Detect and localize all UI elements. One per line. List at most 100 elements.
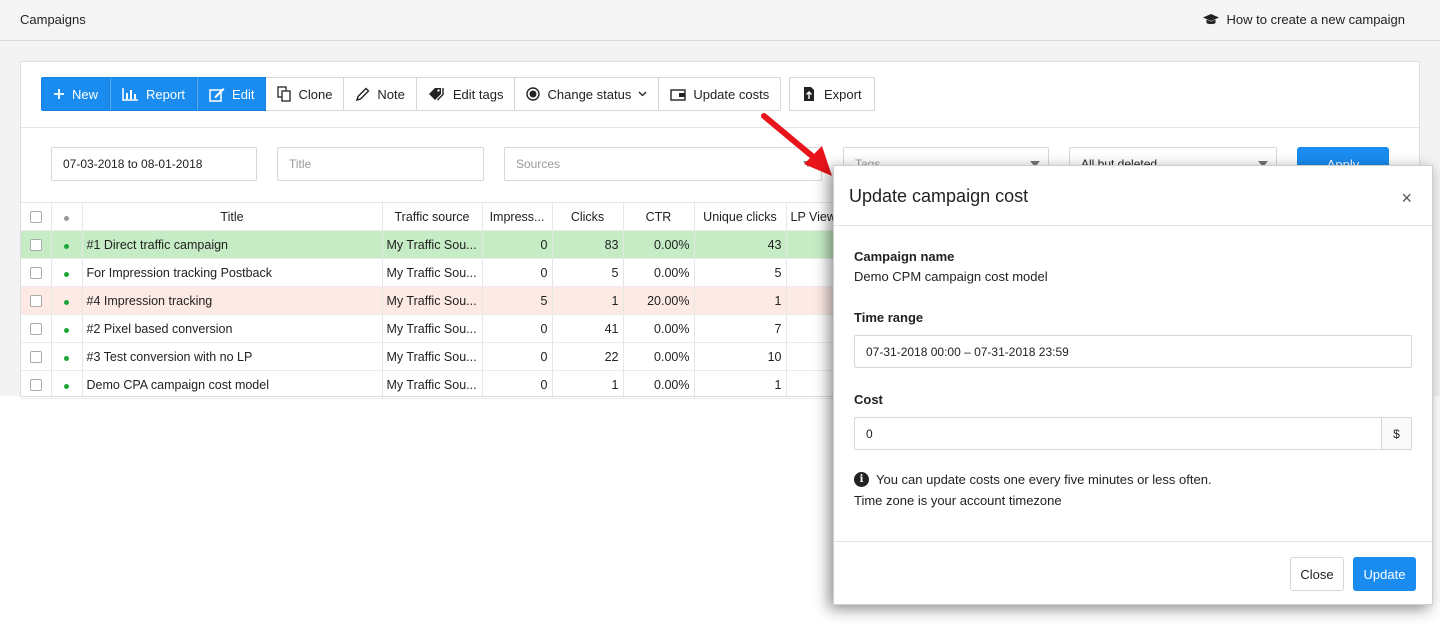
toolbar-divider xyxy=(21,127,1419,128)
cell-impressions: 0 xyxy=(482,258,553,287)
row-checkbox[interactable] xyxy=(29,379,42,392)
table-row[interactable]: For Impression tracking Postback My Traff… xyxy=(21,258,857,287)
row-status-cell xyxy=(51,342,83,371)
row-select-cell xyxy=(21,258,52,287)
table-row[interactable]: #1 Direct traffic campaign My Traffic Sou… xyxy=(21,230,857,259)
red-arrow-annotation xyxy=(761,113,832,176)
cell-clicks: 83 xyxy=(552,230,624,259)
help-link-label: How to create a new campaign xyxy=(1226,12,1405,27)
top-bar: Campaigns How to create a new campaign xyxy=(0,0,1440,41)
status-active-icon xyxy=(64,299,69,305)
edit-button[interactable]: Edit xyxy=(197,77,267,111)
modal-title: Update campaign cost xyxy=(849,186,1029,206)
currency-addon: $ xyxy=(1381,417,1412,450)
cell-ctr: 0.00% xyxy=(623,342,695,371)
column-header-unique-clicks[interactable]: Unique clicks xyxy=(694,202,787,231)
time-range-value: 07-31-2018 00:00 – 07-31-2018 23:59 xyxy=(866,344,1069,359)
column-header-traffic-source[interactable]: Traffic source xyxy=(382,202,483,231)
table-row[interactable]: #3 Test conversion with no LP My Traffic … xyxy=(21,342,857,371)
cell-traffic-source: My Traffic Sou... xyxy=(382,230,483,259)
cell-traffic-source: My Traffic Sou... xyxy=(382,342,483,371)
modal-header-divider xyxy=(834,225,1432,226)
update-costs-label: Update costs xyxy=(693,86,770,102)
status-active-icon xyxy=(64,327,69,333)
row-checkbox[interactable] xyxy=(29,323,42,336)
wallet-icon xyxy=(670,88,687,101)
cell-traffic-source: My Traffic Sou... xyxy=(382,314,483,343)
export-icon xyxy=(804,87,814,101)
cell-title: #4 Impression tracking xyxy=(82,286,383,315)
cost-input[interactable]: 0 xyxy=(854,417,1382,450)
cell-clicks: 1 xyxy=(552,286,624,315)
column-header-title[interactable]: Title xyxy=(82,202,383,231)
cell-title: Demo CPA campaign cost model xyxy=(82,370,383,399)
chevron-down-icon xyxy=(638,91,647,97)
cell-title: #1 Direct traffic campaign xyxy=(82,230,383,259)
status-active-icon xyxy=(64,271,69,277)
cell-traffic-source: My Traffic Sou... xyxy=(382,258,483,287)
cell-traffic-source: My Traffic Sou... xyxy=(382,286,483,315)
edit-tags-button[interactable]: Edit tags xyxy=(416,77,516,111)
cell-unique-clicks: 43 xyxy=(694,230,787,259)
export-button[interactable]: Export xyxy=(789,77,875,111)
report-button[interactable]: Report xyxy=(110,77,198,111)
table-row[interactable]: #2 Pixel based conversion My Traffic Sou.… xyxy=(21,314,857,343)
edit-tags-button-label: Edit tags xyxy=(452,86,504,102)
close-icon[interactable]: × xyxy=(1401,188,1412,209)
title-filter-input[interactable]: Title xyxy=(277,147,484,181)
page-title: Campaigns xyxy=(20,12,86,27)
cell-clicks: 41 xyxy=(552,314,624,343)
date-range-picker[interactable]: 07-03-2018 to 08-01-2018 xyxy=(51,147,257,181)
time-range-input[interactable]: 07-31-2018 00:00 – 07-31-2018 23:59 xyxy=(854,335,1412,368)
campaign-name-value: Demo CPM campaign cost model xyxy=(854,269,1048,284)
cell-impressions: 0 xyxy=(482,370,553,399)
select-all-checkbox[interactable] xyxy=(29,211,42,224)
table-row[interactable]: Demo CPA campaign cost model My Traffic S… xyxy=(21,370,857,399)
row-checkbox[interactable] xyxy=(29,267,42,280)
row-status-cell xyxy=(51,314,83,343)
row-status-cell xyxy=(51,370,83,399)
cell-unique-clicks: 1 xyxy=(694,370,787,399)
new-button[interactable]: New xyxy=(41,77,111,111)
status-circle-icon xyxy=(526,87,541,101)
cell-title: #3 Test conversion with no LP xyxy=(82,342,383,371)
update-costs-button[interactable]: Update costs xyxy=(659,77,782,111)
status-active-icon xyxy=(64,355,69,361)
edit-button-label: Edit xyxy=(232,86,255,102)
column-header-impressions[interactable]: Impress... xyxy=(482,202,553,231)
time-range-label: Time range xyxy=(854,310,924,325)
row-checkbox[interactable] xyxy=(29,351,42,364)
cell-impressions: 0 xyxy=(482,314,553,343)
update-cost-modal: Update campaign cost × Campaign name Dem… xyxy=(833,165,1433,605)
cell-impressions: 5 xyxy=(482,286,553,315)
row-select-cell xyxy=(21,314,52,343)
select-all-header xyxy=(21,202,52,231)
help-link[interactable]: How to create a new campaign xyxy=(1202,12,1405,27)
table-row[interactable]: #4 Impression tracking My Traffic Sou... 5… xyxy=(21,286,857,315)
update-button[interactable]: Update xyxy=(1353,557,1416,591)
title-filter-placeholder: Title xyxy=(289,157,312,171)
change-status-dropdown[interactable]: Change status xyxy=(515,77,660,111)
cell-impressions: 0 xyxy=(482,230,553,259)
tags-icon xyxy=(428,88,444,101)
status-dot-icon xyxy=(64,215,69,221)
cell-impressions: 0 xyxy=(482,342,553,371)
pencil-icon xyxy=(356,87,370,101)
info-line-2: Time zone is your account timezone xyxy=(854,493,1062,508)
row-status-cell xyxy=(51,230,83,259)
clone-button[interactable]: Clone xyxy=(266,77,345,111)
note-button[interactable]: Note xyxy=(344,77,417,111)
cell-ctr: 0.00% xyxy=(623,230,695,259)
row-select-cell xyxy=(21,230,52,259)
row-checkbox[interactable] xyxy=(29,295,42,308)
export-button-label: Export xyxy=(824,86,862,102)
column-header-clicks[interactable]: Clicks xyxy=(552,202,624,231)
row-checkbox[interactable] xyxy=(29,239,42,252)
change-status-label: Change status xyxy=(547,86,632,102)
row-status-cell xyxy=(51,258,83,287)
table-header-row: Title Traffic source Impress... Clicks C… xyxy=(21,202,857,231)
column-header-ctr[interactable]: CTR xyxy=(623,202,695,231)
cell-unique-clicks: 7 xyxy=(694,314,787,343)
close-button[interactable]: Close xyxy=(1290,557,1344,591)
cost-label: Cost xyxy=(854,392,883,407)
